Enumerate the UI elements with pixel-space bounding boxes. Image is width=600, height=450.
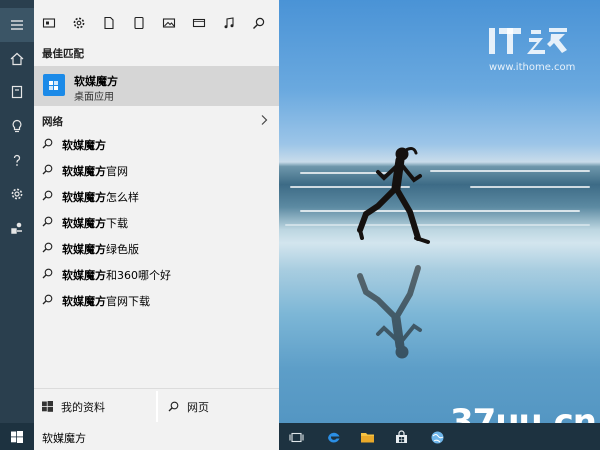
web-suggestion-item[interactable]: 软媒魔方绿色版 bbox=[34, 235, 279, 261]
task-view-icon bbox=[288, 432, 304, 442]
photos-filter-icon bbox=[162, 18, 176, 28]
suggestion-text: 软媒魔方 bbox=[62, 139, 106, 152]
notebook-icon bbox=[11, 85, 23, 99]
windows-logo-icon bbox=[42, 401, 53, 412]
settings-button[interactable] bbox=[0, 177, 34, 211]
wave-foam bbox=[470, 186, 590, 188]
start-left-rail bbox=[0, 0, 34, 423]
best-match-title: 软媒魔方 bbox=[74, 75, 118, 88]
lightbulb-icon bbox=[12, 119, 22, 133]
hamburger-menu-icon bbox=[11, 20, 23, 30]
web-suggestion-item[interactable]: 软媒魔方 bbox=[34, 131, 279, 157]
filter-web-button[interactable] bbox=[244, 8, 274, 38]
web-suggestion-item[interactable]: 软媒魔方怎么样 bbox=[34, 183, 279, 209]
search-icon bbox=[42, 242, 53, 253]
web-suggestion-list: 软媒魔方 软媒魔方官网 软媒魔方怎么样 软媒魔方下载 软媒魔方绿色版 软媒魔方和… bbox=[34, 131, 279, 313]
documents-filter-icon bbox=[104, 16, 114, 30]
web-filter-icon bbox=[253, 17, 265, 29]
interests-button[interactable] bbox=[0, 109, 34, 143]
home-button[interactable] bbox=[0, 42, 34, 76]
suggestion-text: 软媒魔方绿色版 bbox=[62, 243, 139, 256]
wave-foam bbox=[430, 170, 590, 172]
home-icon bbox=[10, 52, 24, 66]
file-explorer-icon bbox=[360, 432, 374, 442]
help-icon bbox=[13, 154, 21, 166]
search-icon bbox=[168, 401, 179, 412]
my-stuff-label: 我的资料 bbox=[61, 400, 105, 414]
search-icon bbox=[42, 268, 53, 279]
search-query-text: 软媒魔方 bbox=[42, 432, 86, 445]
apps-filter-icon bbox=[42, 18, 56, 28]
suggestion-text: 软媒魔方官网下载 bbox=[62, 295, 150, 308]
suggestion-text: 软媒魔方怎么样 bbox=[62, 191, 139, 204]
help-button[interactable] bbox=[0, 143, 34, 177]
search-filter-bar bbox=[34, 8, 279, 38]
web-results-header[interactable]: 网络 bbox=[34, 112, 279, 130]
web-suggestion-item[interactable]: 软媒魔方官网 bbox=[34, 157, 279, 183]
suggestion-text: 软媒魔方和360哪个好 bbox=[62, 269, 171, 282]
web-suggestion-item[interactable]: 软媒魔方下载 bbox=[34, 209, 279, 235]
taskbar: 软媒魔方 bbox=[0, 423, 600, 450]
my-stuff-button[interactable]: 我的资料 bbox=[42, 389, 105, 424]
globe-taskbar-button[interactable] bbox=[424, 426, 450, 448]
globe-icon bbox=[431, 431, 443, 443]
music-filter-icon bbox=[224, 17, 234, 29]
runner-silhouette bbox=[357, 147, 430, 244]
filter-videos-button[interactable] bbox=[184, 8, 214, 38]
store-icon bbox=[395, 429, 407, 443]
settings-filter-icon bbox=[73, 17, 85, 29]
videos-filter-icon bbox=[192, 18, 206, 28]
runner-reflection bbox=[357, 265, 422, 359]
edge-browser-icon bbox=[327, 432, 339, 443]
web-scope-button[interactable]: 网页 bbox=[168, 389, 209, 424]
search-icon bbox=[42, 138, 53, 149]
file-explorer-taskbar-button[interactable] bbox=[354, 426, 380, 448]
search-icon bbox=[42, 294, 53, 305]
web-scope-label: 网页 bbox=[187, 400, 209, 414]
folders-filter-icon bbox=[134, 16, 144, 30]
filter-settings-button[interactable] bbox=[64, 8, 94, 38]
search-icon bbox=[42, 216, 53, 227]
filter-photos-button[interactable] bbox=[154, 8, 184, 38]
filter-apps-button[interactable] bbox=[34, 8, 64, 38]
filter-documents-button[interactable] bbox=[94, 8, 124, 38]
best-match-result[interactable]: 软媒魔方 桌面应用 bbox=[34, 66, 279, 106]
web-suggestion-item[interactable]: 软媒魔方和360哪个好 bbox=[34, 261, 279, 287]
taskbar-search-box[interactable]: 软媒魔方 bbox=[34, 423, 279, 450]
search-scope-bar: 我的资料 网页 bbox=[34, 388, 279, 424]
search-icon bbox=[42, 190, 53, 201]
start-button[interactable] bbox=[0, 423, 34, 450]
best-match-subtitle: 桌面应用 bbox=[74, 92, 114, 103]
filter-music-button[interactable] bbox=[214, 8, 244, 38]
web-suggestion-item[interactable]: 软媒魔方官网下载 bbox=[34, 287, 279, 313]
ithome-url: www.ithome.com bbox=[489, 62, 576, 73]
edge-taskbar-button[interactable] bbox=[320, 426, 346, 448]
search-results-panel: 最佳匹配 软媒魔方 桌面应用 网络 软媒魔方 软媒魔方官网 软媒魔方怎么样 软媒… bbox=[34, 0, 279, 424]
store-taskbar-button[interactable] bbox=[388, 426, 414, 448]
chevron-right-icon bbox=[261, 115, 268, 125]
suggestion-text: 软媒魔方官网 bbox=[62, 165, 128, 178]
ithome-logo bbox=[489, 28, 567, 54]
hamburger-menu-button[interactable] bbox=[0, 8, 34, 42]
best-match-heading: 最佳匹配 bbox=[42, 48, 84, 60]
feedback-icon bbox=[11, 222, 22, 234]
search-icon bbox=[42, 164, 53, 175]
task-view-button[interactable] bbox=[283, 426, 309, 448]
web-results-heading: 网络 bbox=[42, 116, 63, 128]
scope-divider bbox=[156, 391, 158, 422]
filter-folders-button[interactable] bbox=[124, 8, 154, 38]
app-cube-icon bbox=[43, 74, 65, 96]
notebook-button[interactable] bbox=[0, 75, 34, 109]
feedback-button[interactable] bbox=[0, 211, 34, 245]
windows-logo-icon bbox=[11, 430, 23, 443]
suggestion-text: 软媒魔方下载 bbox=[62, 217, 128, 230]
settings-gear-icon bbox=[11, 188, 23, 200]
